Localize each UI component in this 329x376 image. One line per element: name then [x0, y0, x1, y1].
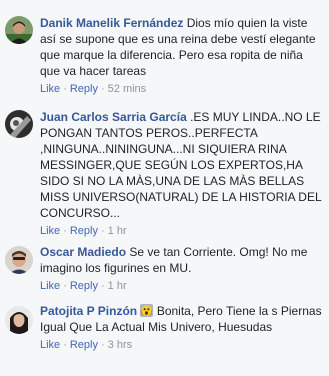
separator-dot: · — [63, 339, 67, 351]
comment-timestamp[interactable]: 3 hrs — [108, 339, 132, 351]
comment-actions: Like · Reply · 1 hr — [40, 224, 325, 238]
comment-timestamp[interactable]: 1 hr — [108, 225, 127, 237]
reply-link[interactable]: Reply — [70, 339, 98, 351]
separator-dot: · — [63, 280, 67, 292]
comment-body: Danik Manelik Fernández Dios mío quien l… — [40, 15, 325, 96]
reply-link[interactable]: Reply — [70, 83, 98, 95]
comment-list: Danik Manelik Fernández Dios mío quien l… — [0, 0, 329, 376]
comment-author[interactable]: Danik Manelik Fernández — [40, 16, 183, 30]
comment-body: Oscar Madiedo Se ve tan Corriente. Omg! … — [40, 244, 325, 293]
comment-text: .ES MUY LINDA..NO LE PONGAN TANTOS PEROS… — [40, 110, 322, 220]
avatar[interactable] — [5, 110, 33, 138]
comment-actions: Like · Reply · 52 mins — [40, 82, 325, 96]
comment-timestamp[interactable]: 52 mins — [108, 83, 147, 95]
reply-link[interactable]: Reply — [70, 280, 98, 292]
like-link[interactable]: Like — [40, 339, 60, 351]
like-link[interactable]: Like — [40, 83, 60, 95]
comment-author[interactable]: Patojita P Pinzón — [40, 304, 137, 318]
separator-dot: · — [100, 225, 105, 237]
comment-actions: Like · Reply · 1 hr — [40, 279, 325, 293]
avatar[interactable] — [5, 246, 33, 274]
separator-dot: · — [100, 339, 105, 351]
comment-author[interactable]: Oscar Madiedo — [40, 245, 126, 259]
separator-dot: · — [100, 280, 105, 292]
comment-timestamp[interactable]: 1 hr — [108, 280, 127, 292]
like-link[interactable]: Like — [40, 225, 60, 237]
avatar[interactable] — [5, 16, 33, 44]
avatar[interactable] — [5, 306, 33, 334]
like-link[interactable]: Like — [40, 280, 60, 292]
separator-dot: · — [63, 225, 67, 237]
separator-dot: · — [63, 83, 67, 95]
comment-body: Juan Carlos Sarria García .ES MUY LINDA.… — [40, 109, 325, 238]
comment-author[interactable]: Juan Carlos Sarria García — [40, 110, 187, 124]
comment-actions: Like · Reply · 3 hrs — [40, 338, 325, 352]
separator-dot: · — [100, 83, 105, 95]
comment-body: Patojita P Pinzón Bonita, Pero Tiene la … — [40, 303, 325, 352]
reply-link[interactable]: Reply — [70, 225, 98, 237]
scream-emoji-icon — [140, 304, 154, 317]
